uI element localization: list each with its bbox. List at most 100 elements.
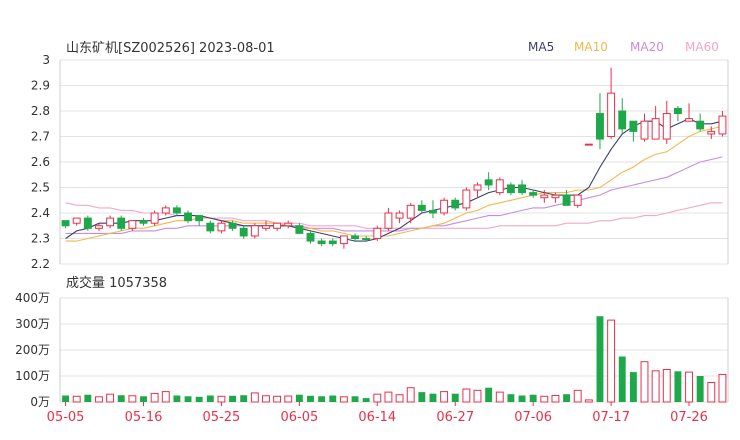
volume-bar [662, 369, 671, 403]
candle-body [607, 92, 616, 137]
candle [284, 220, 293, 229]
legend-ma20: MA20 [630, 40, 664, 54]
candle [217, 220, 226, 234]
volume-bar [584, 399, 593, 403]
candle-body [139, 220, 148, 224]
candle-body [117, 217, 126, 229]
candle-body [384, 212, 393, 229]
candle [473, 182, 482, 198]
volume-bar [507, 394, 515, 402]
date-tick-label: 07-17 [592, 410, 630, 425]
candle-body [662, 113, 671, 140]
candle-body [417, 204, 426, 211]
candle [139, 218, 148, 226]
volume-bar [273, 395, 282, 403]
price-grid [59, 59, 729, 265]
price-tick-label: 2.4 [31, 206, 50, 220]
candle [417, 200, 426, 213]
volume-bar [384, 391, 393, 403]
volume-label: 成交量 1057358 [66, 275, 167, 291]
candle [184, 210, 192, 224]
legend-ma10: MA10 [574, 40, 608, 54]
candle [429, 200, 437, 219]
candle-body [72, 217, 81, 224]
candle [351, 233, 359, 242]
volume-axis: 0万 100万 200万 300万 400万 [15, 291, 50, 409]
candle-body [172, 207, 181, 214]
volume-bar [128, 395, 137, 403]
volume-bar [685, 371, 693, 403]
date-tick-label: 06-05 [280, 410, 318, 425]
candle-body [707, 130, 716, 135]
candle [462, 187, 471, 211]
moving-average-lines [65, 118, 723, 242]
candle-body [395, 212, 404, 219]
volume-bar [339, 396, 348, 403]
candle-body [440, 199, 449, 214]
candle [451, 197, 460, 211]
candle-body [373, 227, 382, 240]
volume-bar [551, 395, 560, 403]
volume-bar [529, 394, 537, 402]
ma20-line [65, 156, 723, 234]
candle-body [184, 212, 192, 222]
candle-body [529, 192, 538, 196]
candle [395, 210, 404, 224]
candle [685, 103, 693, 122]
candle [696, 113, 705, 132]
date-tick-label: 06-14 [358, 410, 396, 425]
candle-body [106, 217, 115, 227]
candle [172, 205, 181, 216]
volume-bar [295, 394, 303, 402]
candle [250, 223, 259, 239]
candle-body [473, 184, 482, 191]
candle-body [462, 189, 471, 209]
volume-bar [451, 393, 459, 402]
candle [239, 225, 248, 239]
price-tick-label: 2.5 [31, 181, 50, 195]
candle-body [262, 225, 270, 229]
candle-body [306, 232, 315, 242]
volume-tick-label: 200万 [15, 343, 50, 357]
volume-bar [329, 395, 337, 402]
candle-body [150, 212, 159, 224]
volume-bar [495, 391, 504, 403]
candle [662, 100, 671, 145]
volume-bar [195, 396, 203, 402]
candle [629, 120, 638, 142]
volume-bar [540, 395, 549, 403]
candle-body [83, 217, 92, 229]
candle-body [250, 225, 259, 237]
candle-body [506, 184, 515, 194]
candle-body [217, 222, 226, 232]
volume-bar [473, 389, 482, 403]
candle-body [61, 220, 70, 227]
candle-body [317, 240, 326, 245]
candle-body [362, 238, 371, 240]
candle [584, 143, 593, 146]
date-axis: 05-05 05-16 05-25 06-05 06-14 06-27 07-06 07-17… [47, 402, 708, 425]
candle-body [284, 222, 293, 227]
price-tick-label: 2.2 [31, 257, 50, 271]
candle [106, 215, 115, 229]
volume-bar [351, 396, 359, 402]
volume-bar [95, 396, 103, 403]
volume-bar [440, 391, 449, 403]
candle [72, 217, 81, 226]
price-tick-label: 3 [42, 53, 50, 67]
candle-body [206, 222, 215, 232]
candle [518, 179, 526, 196]
candle-body [540, 194, 549, 199]
volume-bar [362, 398, 370, 402]
volume-bar [140, 396, 147, 402]
candle [406, 202, 415, 224]
candle [328, 238, 337, 247]
candle-body [640, 120, 649, 140]
candle-body [328, 240, 337, 245]
candle-body [351, 235, 359, 239]
volume-bar [72, 395, 81, 403]
ma10-line [65, 125, 723, 242]
date-tick-label: 05-05 [47, 410, 85, 425]
candle-body [429, 209, 437, 214]
legend-ma5: MA5 [528, 40, 554, 54]
